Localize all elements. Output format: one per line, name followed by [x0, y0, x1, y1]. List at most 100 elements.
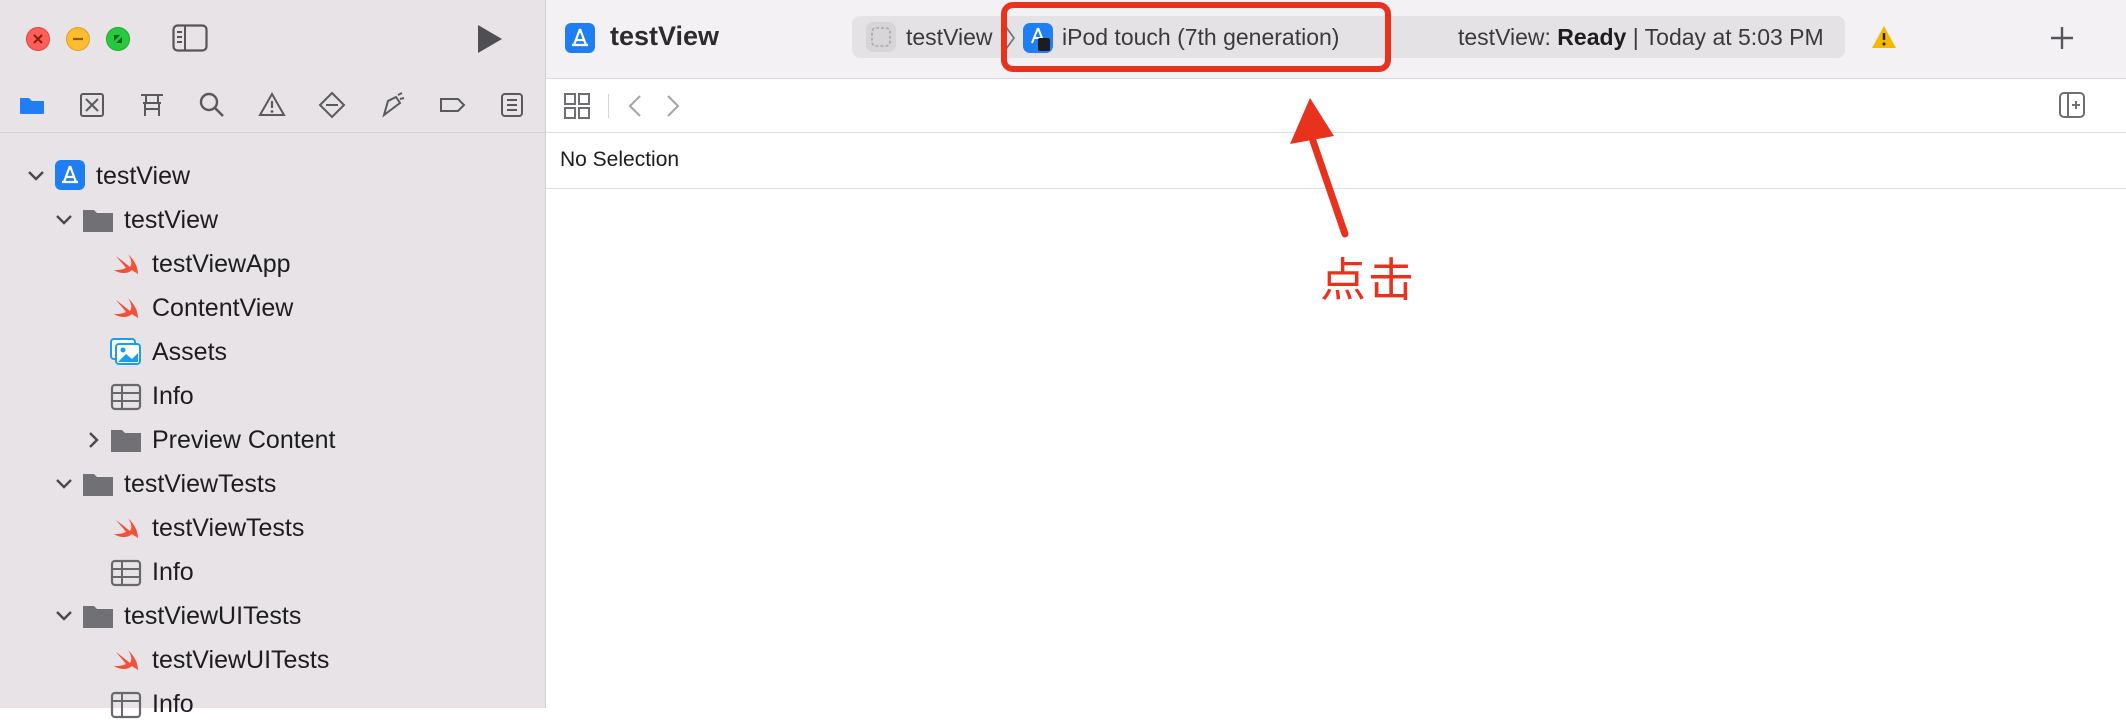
zoom-window-button[interactable]: [106, 27, 130, 51]
chevron-down-icon[interactable]: [54, 474, 74, 494]
plist-file-icon: [110, 383, 142, 411]
breakpoint-navigator-tab[interactable]: [438, 91, 466, 119]
related-items-button[interactable]: [563, 92, 591, 120]
tree-item-label: testViewTests: [152, 513, 305, 542]
tree-item-label: Info: [152, 557, 194, 586]
navigator-sidebar: testView testView testViewApp ContentVie…: [0, 0, 546, 719]
tree-item-project[interactable]: testView: [96, 156, 190, 196]
report-navigator-tab[interactable]: [498, 91, 526, 119]
close-window-button[interactable]: [26, 27, 50, 51]
sidebar-icon: [172, 24, 208, 52]
minimize-window-button[interactable]: [66, 27, 90, 51]
annotation-highlight-box: [1001, 2, 1391, 72]
annotation-label: 点击: [1320, 254, 1416, 306]
xcode-project-icon: [55, 160, 85, 190]
run-button[interactable]: [472, 22, 506, 56]
plus-icon: [2051, 27, 2073, 49]
folder-icon: [83, 474, 113, 496]
chevron-right-icon: [667, 95, 680, 117]
tree-item-label: ContentView: [152, 293, 294, 322]
folder-icon: [83, 210, 113, 232]
tree-item-label: testView: [124, 205, 219, 234]
search-icon: [199, 92, 224, 117]
issue-icon: [258, 91, 286, 116]
symbol-navigator-tab[interactable]: [138, 91, 166, 119]
chevron-left-icon: [628, 95, 641, 117]
tree-item-file[interactable]: Info: [152, 376, 194, 416]
chevron-down-icon[interactable]: [26, 166, 46, 186]
debug-icon: [382, 92, 405, 118]
swift-file-icon: [114, 650, 138, 671]
tree-item-label: testViewUITests: [152, 645, 330, 674]
chevron-right-icon[interactable]: [84, 430, 104, 450]
tree-item-file[interactable]: testViewTests: [152, 508, 304, 548]
tree-item-file[interactable]: testViewApp: [152, 244, 291, 284]
tree-item-label: Preview Content: [152, 425, 336, 454]
no-selection-label: No Selection: [560, 148, 680, 171]
add-editor-icon: [2059, 92, 2085, 118]
tree-item-folder[interactable]: testViewTests: [124, 464, 276, 504]
folder-icon: [111, 430, 141, 452]
report-icon: [501, 93, 523, 117]
debug-navigator-tab[interactable]: [378, 91, 406, 119]
build-status: testView: Ready | Today at 5:03 PM: [1458, 24, 1824, 51]
swift-file-icon: [114, 298, 138, 319]
test-navigator-tab[interactable]: [318, 91, 346, 119]
tree-item-file[interactable]: ContentView: [152, 288, 293, 328]
inspector-toggle-button[interactable]: [2058, 91, 2086, 119]
app-icon: [565, 23, 595, 53]
symbol-icon: [141, 94, 163, 116]
swift-file-icon: [114, 254, 138, 275]
tree-item-label: testView: [96, 161, 191, 190]
tree-item-label: Assets: [152, 337, 228, 366]
source-control-navigator-tab[interactable]: [78, 91, 106, 119]
tree-item-folder[interactable]: Preview Content: [152, 420, 335, 460]
tree-item-label: Info: [152, 689, 194, 718]
chevron-down-icon[interactable]: [54, 210, 74, 230]
plist-file-icon: [110, 559, 142, 587]
assets-icon: [110, 338, 141, 365]
app-placeholder-icon: [871, 27, 891, 47]
tree-item-folder[interactable]: testView: [124, 200, 218, 240]
xcode-app-icon: [572, 28, 588, 47]
minimize-icon: [73, 37, 83, 41]
close-icon: [33, 34, 43, 44]
back-button[interactable]: [626, 93, 644, 119]
status-project: testView:: [1458, 24, 1551, 50]
grid-icon: [564, 93, 590, 119]
project-title: testView: [610, 21, 720, 51]
warning-icon: [1872, 26, 1896, 48]
forward-button[interactable]: [664, 93, 682, 119]
tree-item-file[interactable]: Info: [152, 552, 194, 592]
tree-item-file[interactable]: testViewUITests: [152, 640, 329, 680]
tree-item-file[interactable]: Info: [152, 684, 194, 724]
chevron-down-icon[interactable]: [54, 606, 74, 626]
play-icon: [478, 25, 502, 53]
toolbar-divider: [608, 94, 609, 118]
folder-icon: [83, 606, 113, 628]
tree-item-file[interactable]: Assets: [152, 332, 227, 372]
plist-file-icon: [110, 691, 142, 719]
breakpoint-icon: [440, 98, 466, 112]
status-state: Ready: [1557, 24, 1627, 50]
fullscreen-icon: [114, 35, 122, 43]
issue-navigator-tab[interactable]: [258, 91, 286, 119]
library-button[interactable]: [2048, 24, 2076, 52]
tree-item-folder[interactable]: testViewUITests: [124, 596, 301, 636]
tree-item-label: Info: [152, 381, 194, 410]
source-control-icon: [80, 93, 104, 117]
annotation-arrow-icon: [1290, 98, 1349, 238]
tree-item-label: testViewUITests: [124, 601, 302, 630]
project-navigator-tab[interactable]: [18, 91, 46, 119]
folder-icon: [20, 98, 44, 114]
tree-item-label: testViewTests: [124, 469, 277, 498]
find-navigator-tab[interactable]: [198, 91, 226, 119]
tree-item-label: testViewApp: [152, 249, 291, 278]
status-time: | Today at 5:03 PM: [1632, 24, 1824, 50]
test-icon: [318, 91, 346, 119]
swift-file-icon: [114, 518, 138, 539]
scheme-icon[interactable]: [866, 22, 896, 52]
scheme-selector[interactable]: testView: [906, 24, 993, 51]
warning-indicator[interactable]: [1871, 25, 1897, 49]
sidebar-toggle-button[interactable]: [172, 24, 208, 52]
